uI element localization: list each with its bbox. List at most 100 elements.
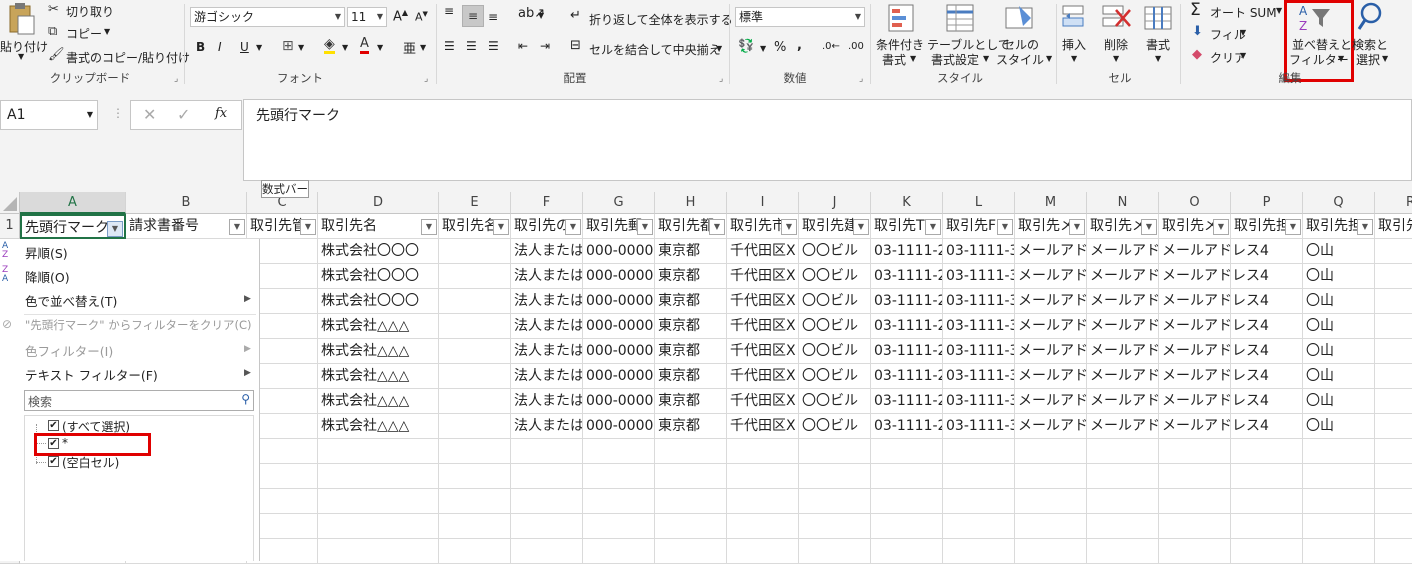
- table-cell[interactable]: 法人または: [511, 289, 583, 314]
- font-color-icon[interactable]: A: [360, 37, 369, 54]
- table-cell[interactable]: [583, 539, 655, 564]
- fill-color-dropdown-icon[interactable]: ▼: [342, 43, 348, 52]
- column-header-l[interactable]: L: [943, 192, 1015, 214]
- table-cell[interactable]: [583, 489, 655, 514]
- underline-button[interactable]: U: [240, 40, 249, 54]
- table-cell[interactable]: 〇山: [1303, 364, 1375, 389]
- table-cell[interactable]: [1375, 339, 1412, 364]
- table-cell[interactable]: メールアド: [1087, 364, 1159, 389]
- table-cell[interactable]: [1231, 539, 1303, 564]
- header-cell[interactable]: 取引先メ ▼: [1159, 214, 1231, 239]
- table-cell[interactable]: 株式会社△△△: [318, 339, 439, 364]
- header-cell[interactable]: 取引先建 ▼: [799, 214, 871, 239]
- table-cell[interactable]: メールアドレス4: [1159, 364, 1269, 389]
- table-cell[interactable]: [799, 514, 871, 539]
- table-cell[interactable]: 03-1111-2: [871, 289, 943, 314]
- table-cell[interactable]: [439, 439, 511, 464]
- table-cell[interactable]: 〇〇ビル: [799, 364, 871, 389]
- clear-dropdown-icon[interactable]: ▼: [1240, 51, 1246, 60]
- align-middle-button[interactable]: ≡: [462, 5, 484, 27]
- font-color-dropdown-icon[interactable]: ▼: [377, 43, 383, 52]
- table-cell[interactable]: メールアド: [1087, 314, 1159, 339]
- header-cell[interactable]: 取引先名 ▼: [318, 214, 439, 239]
- alignment-launcher-icon[interactable]: ⌟: [719, 74, 723, 84]
- table-cell[interactable]: [1375, 289, 1412, 314]
- table-cell[interactable]: 000-0000: [583, 314, 655, 339]
- table-cell[interactable]: 千代田区X: [727, 364, 799, 389]
- menu-sort-ascending[interactable]: 昇順(S): [25, 243, 68, 262]
- table-cell[interactable]: メールアド: [1087, 264, 1159, 289]
- table-cell[interactable]: [1375, 539, 1412, 564]
- table-cell[interactable]: 03-1111-2: [871, 414, 943, 439]
- border-icon[interactable]: ⊞: [282, 38, 294, 54]
- cut-button[interactable]: 切り取り: [66, 3, 114, 20]
- increase-decimal-icon[interactable]: .0←: [822, 41, 840, 52]
- formula-bar-grip-icon[interactable]: ⋮: [112, 106, 124, 120]
- number-launcher-icon[interactable]: ⌟: [859, 74, 863, 84]
- table-cell[interactable]: [1015, 439, 1087, 464]
- table-cell[interactable]: メールアド: [1087, 289, 1159, 314]
- decrease-decimal-icon[interactable]: .00: [848, 41, 864, 52]
- table-cell[interactable]: 03-1111-3: [943, 414, 1015, 439]
- italic-button[interactable]: I: [218, 40, 222, 54]
- column-header-m[interactable]: M: [1015, 192, 1087, 214]
- table-cell[interactable]: [439, 239, 511, 264]
- table-cell[interactable]: 000-0000: [583, 264, 655, 289]
- table-cell[interactable]: [655, 439, 727, 464]
- table-cell[interactable]: 03-1111-2: [871, 264, 943, 289]
- table-cell[interactable]: [727, 514, 799, 539]
- table-cell[interactable]: 000-0000: [583, 414, 655, 439]
- table-cell[interactable]: [1375, 439, 1412, 464]
- table-cell[interactable]: 〇山: [1303, 264, 1375, 289]
- table-cell[interactable]: [1375, 264, 1412, 289]
- table-cell[interactable]: 000-0000: [583, 364, 655, 389]
- filter-dropdown-button[interactable]: ▼: [1213, 219, 1229, 235]
- table-cell[interactable]: [583, 464, 655, 489]
- clipboard-launcher-icon[interactable]: ⌟: [174, 74, 178, 84]
- table-cell[interactable]: [318, 464, 439, 489]
- column-header-j[interactable]: J: [799, 192, 871, 214]
- table-cell[interactable]: [799, 539, 871, 564]
- table-cell[interactable]: 東京都: [655, 289, 727, 314]
- table-cell[interactable]: [1159, 539, 1231, 564]
- align-center-icon[interactable]: ☰: [466, 39, 477, 53]
- table-cell[interactable]: [1231, 514, 1303, 539]
- table-cell[interactable]: [1231, 439, 1303, 464]
- table-cell[interactable]: [871, 539, 943, 564]
- table-cell[interactable]: [1231, 489, 1303, 514]
- table-cell[interactable]: 03-1111-2: [871, 239, 943, 264]
- align-right-icon[interactable]: ☰: [488, 39, 499, 53]
- table-cell[interactable]: 法人または: [511, 239, 583, 264]
- table-cell[interactable]: メールアドレス4: [1159, 339, 1269, 364]
- table-cell[interactable]: [655, 464, 727, 489]
- table-cell[interactable]: 法人または: [511, 314, 583, 339]
- table-cell[interactable]: [1087, 539, 1159, 564]
- table-cell[interactable]: 03-1111-3: [943, 289, 1015, 314]
- table-cell[interactable]: 000-0000: [583, 389, 655, 414]
- table-cell[interactable]: [1087, 439, 1159, 464]
- conditional-formatting-line2[interactable]: 書式: [882, 51, 906, 68]
- currency-dropdown-icon[interactable]: ▼: [760, 44, 766, 53]
- find-select-line2[interactable]: 選択: [1356, 51, 1380, 68]
- table-cell[interactable]: [655, 539, 727, 564]
- table-cell[interactable]: [439, 414, 511, 439]
- header-cell[interactable]: 取引先T ▼: [871, 214, 943, 239]
- table-cell[interactable]: [799, 464, 871, 489]
- copy-button[interactable]: コピー: [66, 25, 102, 42]
- table-cell[interactable]: メールアド: [1015, 414, 1087, 439]
- table-cell[interactable]: [943, 439, 1015, 464]
- table-cell[interactable]: [943, 539, 1015, 564]
- column-header-g[interactable]: G: [583, 192, 655, 214]
- table-cell[interactable]: [318, 439, 439, 464]
- table-cell[interactable]: メールアド: [1015, 289, 1087, 314]
- format-button[interactable]: 書式: [1146, 36, 1170, 53]
- copy-dropdown-icon[interactable]: ▼: [104, 27, 110, 36]
- font-size-combo[interactable]: 11 ▼: [347, 7, 387, 27]
- table-cell[interactable]: メールアド: [1087, 414, 1159, 439]
- table-cell[interactable]: [1015, 464, 1087, 489]
- table-cell[interactable]: 03-1111-2: [871, 364, 943, 389]
- table-cell[interactable]: [439, 389, 511, 414]
- filter-dropdown-button[interactable]: ▼: [997, 219, 1013, 235]
- table-cell[interactable]: [799, 439, 871, 464]
- table-cell[interactable]: 〇山: [1303, 339, 1375, 364]
